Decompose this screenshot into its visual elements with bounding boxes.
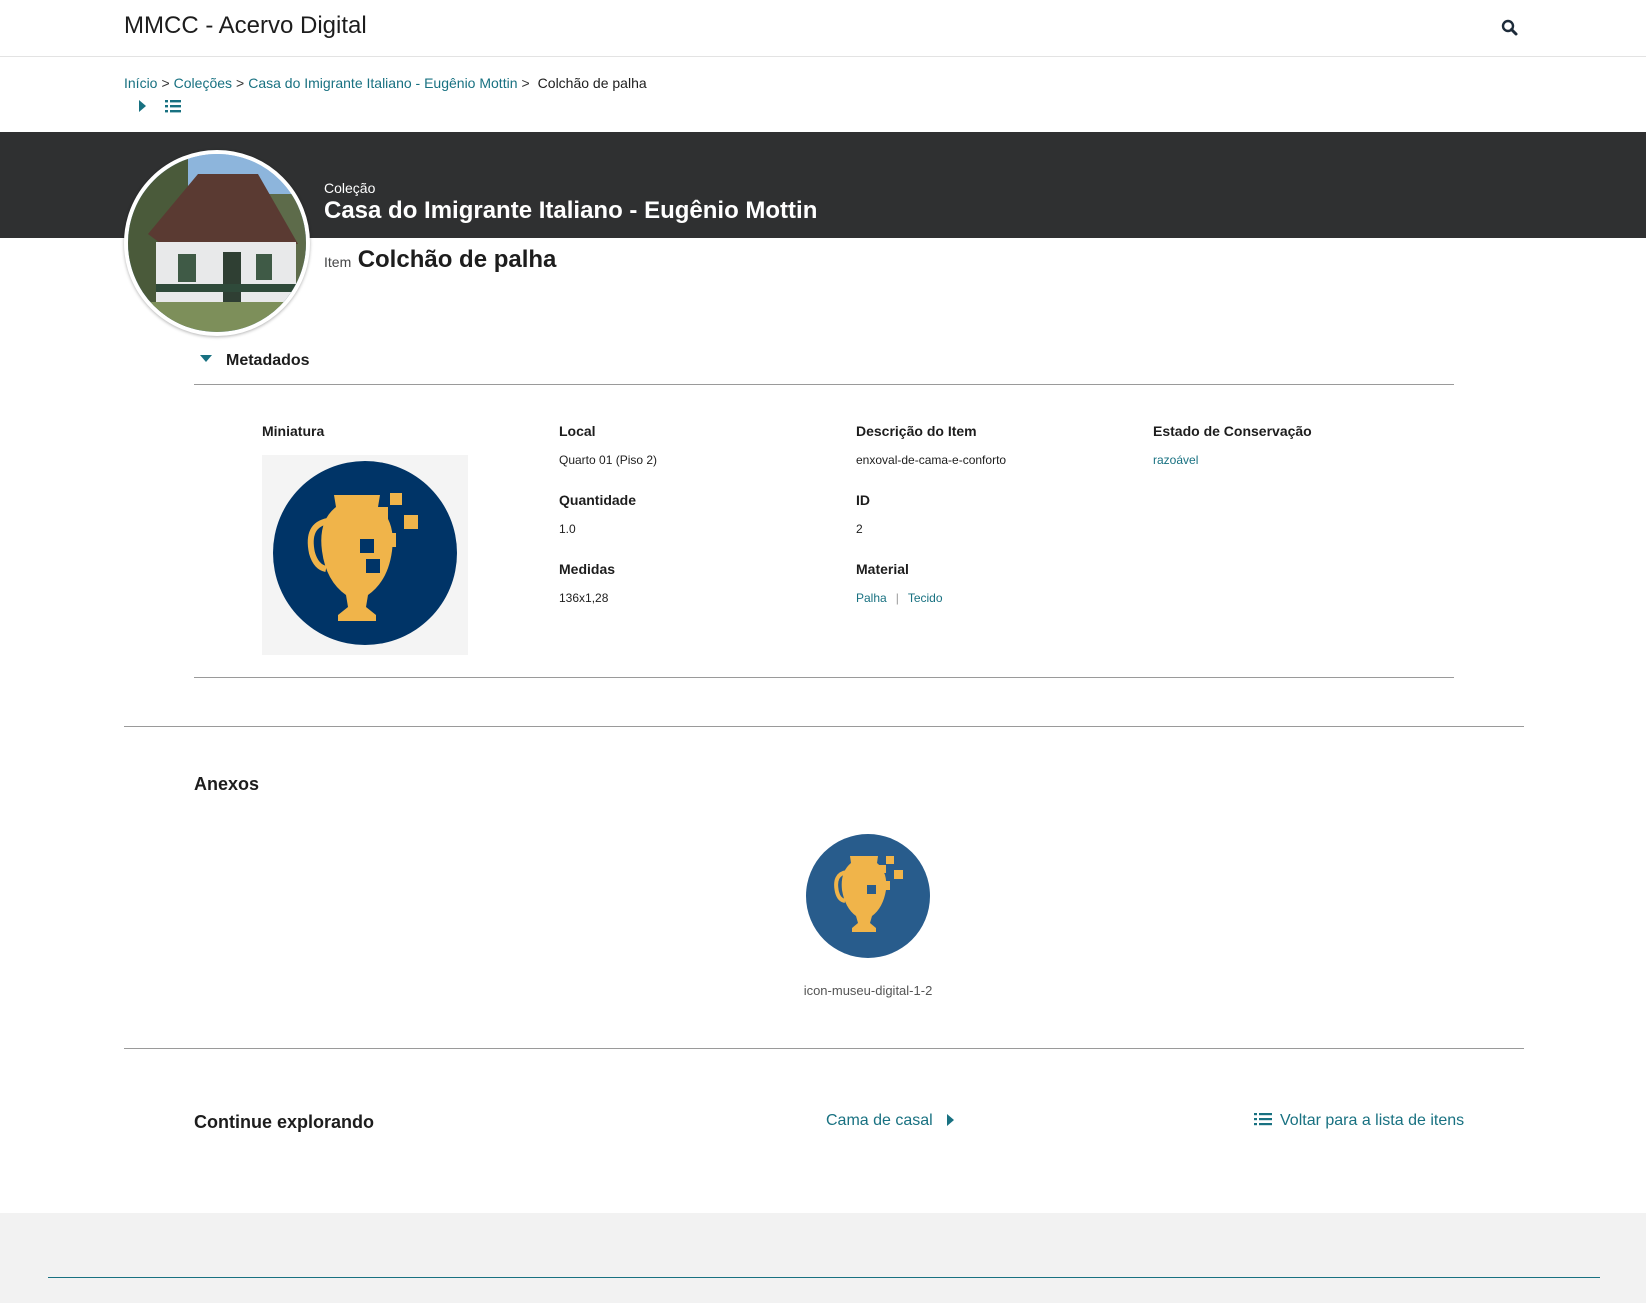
caret-down-icon bbox=[200, 355, 212, 363]
field-descricao-label: Descrição do Item bbox=[856, 423, 977, 439]
top-header: MMCC - Acervo Digital bbox=[0, 0, 1646, 57]
section-divider bbox=[124, 1048, 1524, 1049]
caret-right-icon[interactable] bbox=[133, 97, 153, 115]
thumbnail-label: Miniatura bbox=[262, 423, 325, 439]
field-estado-label: Estado de Conservação bbox=[1153, 423, 1312, 439]
item-name: Colchão de palha bbox=[357, 246, 557, 273]
field-descricao: Descrição do Item enxoval-de-cama-e-conf… bbox=[856, 423, 1006, 467]
breadcrumb: Início > Coleções > Casa do Imigrante Italia… bbox=[124, 75, 647, 91]
section-divider bbox=[124, 726, 1524, 727]
next-item-link[interactable]: Cama de casal bbox=[826, 1112, 954, 1130]
page-footer bbox=[0, 1213, 1646, 1303]
material-link-tecido[interactable]: Tecido bbox=[908, 591, 943, 605]
item-heading: Item Colchão de palha bbox=[324, 246, 556, 274]
collection-name[interactable]: Casa do Imigrante Italiano - Eugênio Mot… bbox=[324, 197, 817, 225]
collection-label: Coleção bbox=[324, 180, 376, 196]
breadcrumb-separator: > bbox=[521, 75, 530, 91]
field-quantidade: Quantidade 1.0 bbox=[559, 492, 636, 536]
metadata-toggle-label: Metadados bbox=[226, 352, 310, 369]
field-id-label: ID bbox=[856, 492, 870, 508]
material-link-palha[interactable]: Palha bbox=[856, 591, 887, 605]
museum-vase-icon bbox=[273, 461, 457, 645]
field-local-label: Local bbox=[559, 423, 596, 439]
footer-divider bbox=[48, 1277, 1600, 1278]
field-quantidade-value: 1.0 bbox=[559, 522, 576, 536]
field-local: Local Quarto 01 (Piso 2) bbox=[559, 423, 657, 467]
breadcrumb-collections[interactable]: Coleções bbox=[174, 75, 232, 91]
field-estado: Estado de Conservação razoável bbox=[1153, 423, 1312, 467]
next-item-label: Cama de casal bbox=[826, 1112, 933, 1129]
field-medidas: Medidas 136x1,28 bbox=[559, 561, 615, 605]
caret-right-icon bbox=[946, 1113, 954, 1126]
field-material: Material Palha | Tecido bbox=[856, 561, 943, 605]
house-photo bbox=[128, 154, 306, 332]
field-local-value: Quarto 01 (Piso 2) bbox=[559, 453, 658, 467]
site-title[interactable]: MMCC - Acervo Digital bbox=[124, 12, 367, 40]
metadata-divider-bottom bbox=[194, 677, 1454, 678]
breadcrumb-separator: > bbox=[161, 75, 170, 91]
attachment-caption: icon-museu-digital-1-2 bbox=[803, 983, 933, 998]
attachments-title: Anexos bbox=[194, 774, 260, 794]
material-separator: | bbox=[895, 591, 899, 605]
back-to-list-link[interactable]: Voltar para a lista de itens bbox=[1254, 1112, 1464, 1130]
field-descricao-value: enxoval-de-cama-e-conforto bbox=[856, 453, 1007, 467]
field-medidas-value: 136x1,28 bbox=[559, 591, 609, 605]
list-view-icon[interactable] bbox=[163, 97, 183, 115]
metadata-divider-top bbox=[194, 384, 1454, 385]
metadata-toggle[interactable]: Metadados bbox=[200, 352, 310, 370]
breadcrumb-collection[interactable]: Casa do Imigrante Italiano - Eugênio Mot… bbox=[248, 75, 517, 91]
field-material-values: Palha | Tecido bbox=[856, 591, 943, 605]
museum-vase-icon bbox=[806, 834, 930, 958]
continue-exploring-title: Continue explorando bbox=[194, 1112, 374, 1132]
thumbnail-field: Miniatura bbox=[262, 423, 324, 439]
collection-avatar[interactable] bbox=[124, 150, 310, 336]
field-material-label: Material bbox=[856, 561, 909, 577]
list-icon bbox=[1254, 1112, 1272, 1125]
back-to-list-label: Voltar para a lista de itens bbox=[1280, 1112, 1465, 1129]
breadcrumb-current: Colchão de palha bbox=[537, 75, 647, 91]
breadcrumb-home[interactable]: Início bbox=[124, 75, 157, 91]
field-medidas-label: Medidas bbox=[559, 561, 616, 577]
item-label: Item bbox=[324, 254, 352, 270]
attachment-item[interactable]: icon-museu-digital-1-2 bbox=[782, 834, 954, 998]
field-estado-value: razoável bbox=[1153, 453, 1312, 467]
search-icon[interactable] bbox=[1500, 18, 1520, 38]
field-quantidade-label: Quantidade bbox=[559, 492, 637, 508]
breadcrumb-separator: > bbox=[236, 75, 245, 91]
estado-link[interactable]: razoável bbox=[1153, 453, 1198, 467]
field-id: ID 2 bbox=[856, 492, 870, 536]
item-thumbnail[interactable] bbox=[262, 455, 468, 655]
field-id-value: 2 bbox=[856, 522, 863, 536]
